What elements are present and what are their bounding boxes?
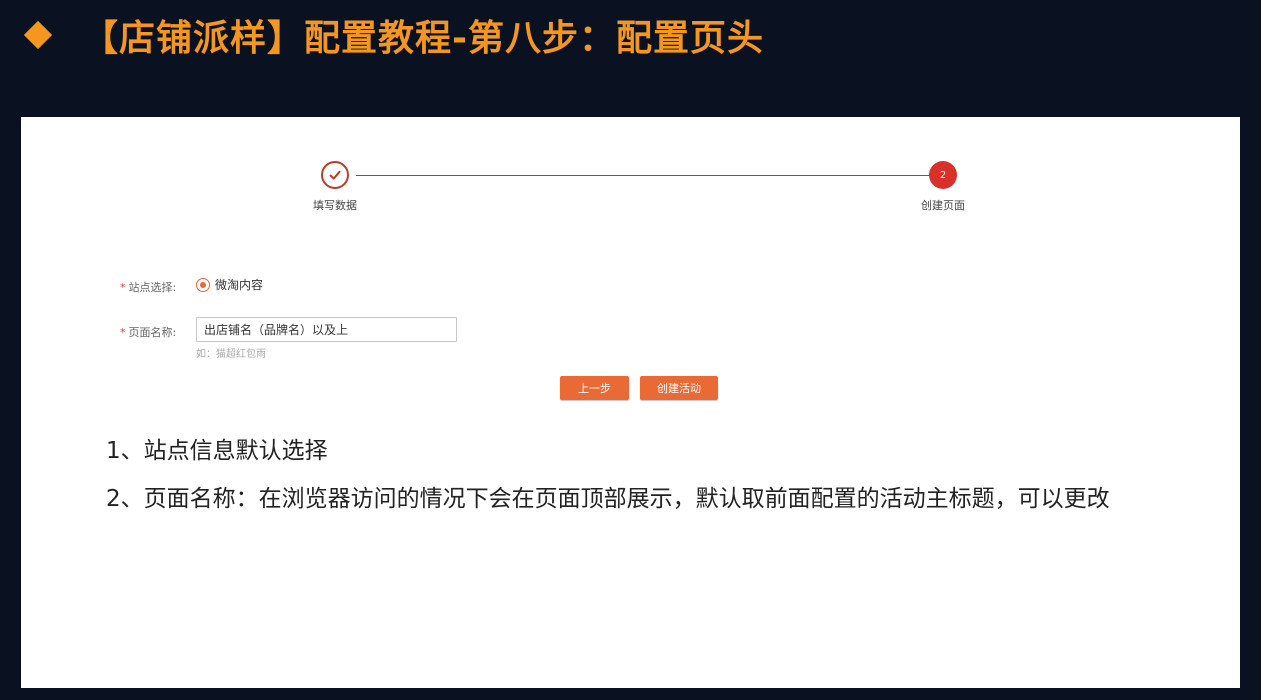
required-mark: *	[120, 326, 126, 339]
note-2: 2、页面名称：在浏览器访问的情况下会在页面顶部展示，默认取前面配置的活动主标题，…	[106, 486, 1110, 512]
radio-dot	[200, 281, 206, 288]
required-mark: *	[120, 281, 126, 294]
page-name-hint: 如：猫超红包雨	[196, 349, 266, 360]
screenshot-panel: 填写数据 2 创建页面 *站点选择: 微淘内容 *页面名称: 如：猫超红包雨 上…	[21, 117, 1240, 688]
site-radio-label[interactable]: 微淘内容	[215, 276, 263, 293]
step-2-label: 创建页面	[921, 199, 965, 212]
stepper-progress-line	[356, 175, 944, 176]
create-activity-button[interactable]: 创建活动	[640, 376, 718, 400]
site-select-label-text: 站点选择:	[128, 281, 177, 294]
page-name-label: * 页面名称:	[120, 324, 176, 340]
step-2-active: 2	[929, 161, 957, 189]
slide-title: 【店铺派样】配置教程-第八步：配置页头	[22, 10, 764, 60]
step-1-completed	[321, 161, 349, 189]
page-name-label-text: 页面名称:	[128, 326, 177, 339]
site-radio-weitao[interactable]: 微淘内容	[196, 276, 263, 293]
step-1-label: 填写数据	[313, 199, 357, 212]
prev-step-button[interactable]: 上一步	[560, 376, 629, 400]
note-1: 1、站点信息默认选择	[106, 438, 328, 464]
radio-selected-icon[interactable]	[196, 277, 210, 292]
diamond-bullet-icon	[23, 20, 53, 50]
step-2-number: 2	[939, 169, 947, 181]
check-icon	[329, 170, 341, 180]
page-name-input[interactable]	[196, 317, 457, 342]
site-select-label: * 站点选择:	[120, 279, 176, 295]
slide-title-text: 【店铺派样】配置教程-第八步：配置页头	[82, 18, 764, 59]
